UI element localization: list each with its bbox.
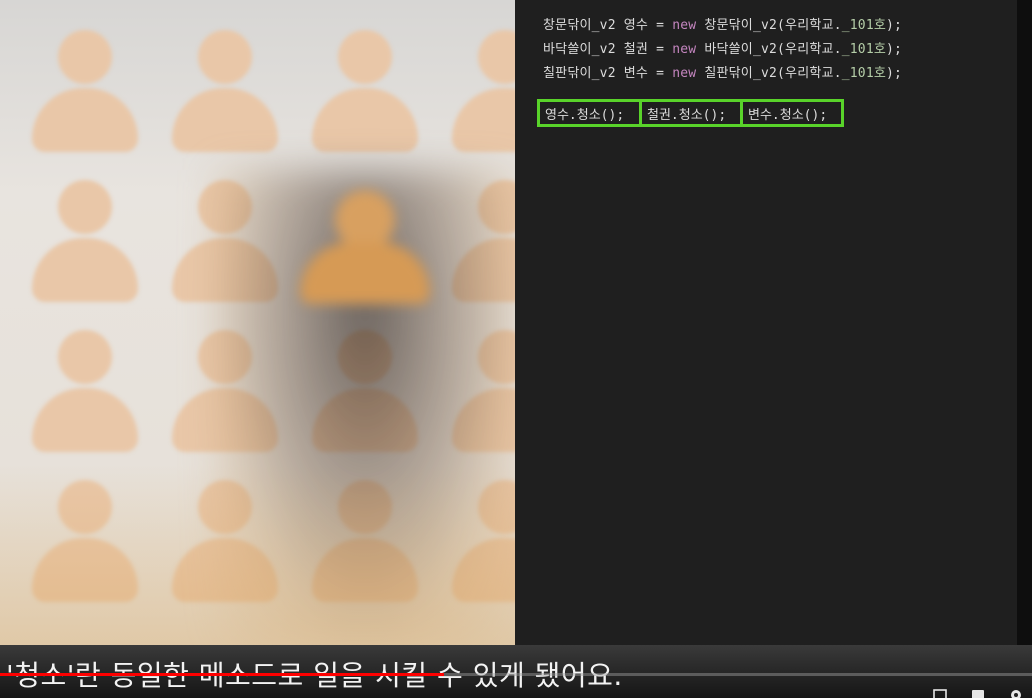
miniplayer-icon[interactable] xyxy=(932,687,948,698)
progress-fill xyxy=(0,673,444,676)
captions-icon[interactable] xyxy=(970,687,986,698)
highlighted-person-icon xyxy=(290,190,440,310)
person-icon xyxy=(30,30,140,160)
call-cheolgwon-clean: 철권.청소(); xyxy=(639,99,743,127)
video-vignette xyxy=(0,465,515,645)
code-line-1: 창문닦이_v2 영수 = new 창문닦이_v2(우리학교._101호); xyxy=(543,18,903,33)
person-icon xyxy=(30,180,140,310)
subtitle-bar: '청소'란 동일한 메소드로 일을 시킬 수 있게 됐어요. xyxy=(0,645,1032,698)
method-calls-row: 영수.청소(); 철권.청소(); 변수.청소(); xyxy=(537,99,844,133)
video-frame-left xyxy=(0,0,515,645)
settings-icon[interactable] xyxy=(1008,687,1024,698)
code-editor-panel: 창문닦이_v2 영수 = new 창문닦이_v2(우리학교._101호); 바닥… xyxy=(515,0,1017,645)
player-edge xyxy=(1017,0,1032,645)
person-icon xyxy=(450,30,515,160)
player-controls xyxy=(932,687,1024,698)
code-line-2: 바닥쓸이_v2 철권 = new 바닥쓸이_v2(우리학교._101호); xyxy=(543,42,903,57)
call-byeonsu-clean: 변수.청소(); xyxy=(740,99,844,127)
person-icon xyxy=(310,30,420,160)
code-line-3: 칠판닦이_v2 변수 = new 칠판닦이_v2(우리학교._101호); xyxy=(543,66,903,81)
call-youngsu-clean: 영수.청소(); xyxy=(537,99,642,127)
progress-bar[interactable] xyxy=(0,673,1032,676)
person-icon xyxy=(30,330,140,460)
person-icon xyxy=(170,30,280,160)
